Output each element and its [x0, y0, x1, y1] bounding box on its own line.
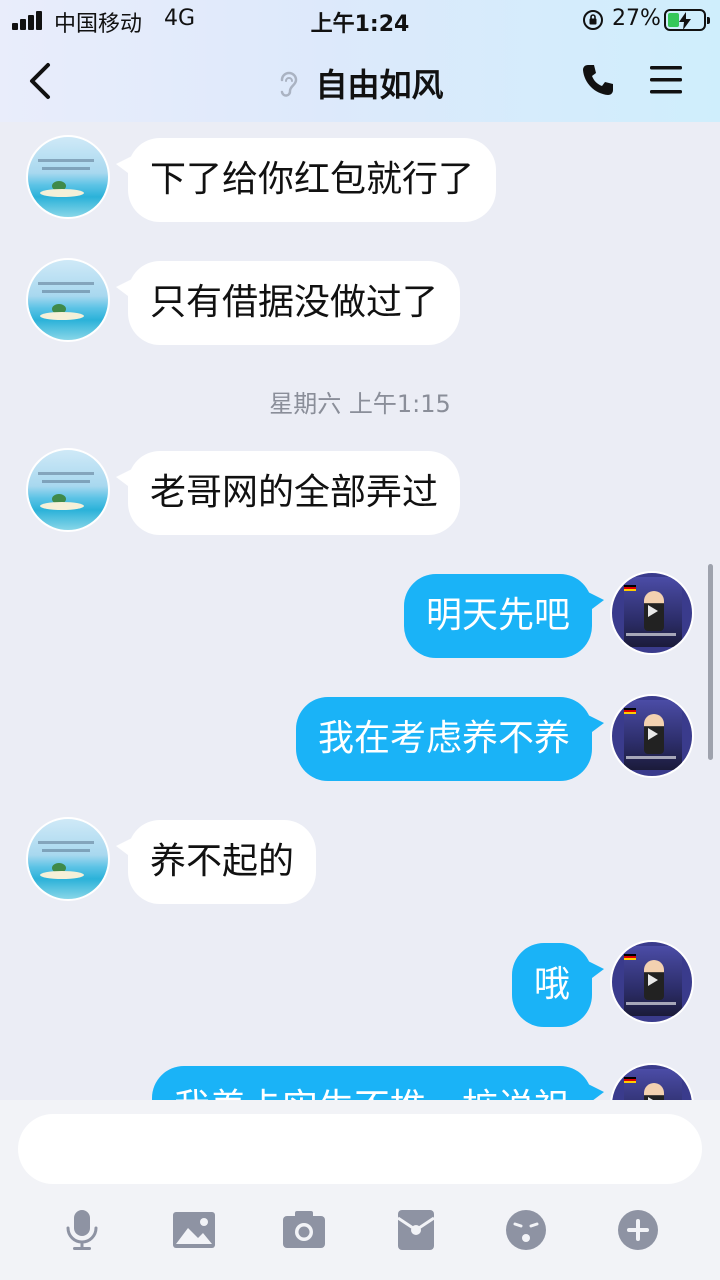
message-row: 只有借据没做过了: [0, 258, 720, 345]
red-packet-icon[interactable]: [394, 1208, 438, 1252]
rotation-lock-icon: [583, 10, 603, 30]
input-area: [0, 1100, 720, 1280]
contact-avatar[interactable]: [26, 258, 110, 342]
message-row: 明天先吧: [0, 571, 720, 658]
scrollbar[interactable]: [708, 564, 713, 760]
status-bar: 中国移动 4G 上午1:24 27%: [0, 0, 720, 40]
self-avatar[interactable]: [610, 1063, 694, 1100]
message-row: 下了给你红包就行了: [0, 135, 720, 222]
battery-icon: [664, 9, 710, 31]
contact-avatar[interactable]: [26, 135, 110, 219]
self-avatar[interactable]: [610, 571, 694, 655]
message-bubble-sent[interactable]: 明天先吧: [403, 574, 605, 658]
message-row: 我养卡实生不推一桩说祖: [0, 1063, 720, 1100]
ear-icon: [281, 71, 298, 97]
menu-icon[interactable]: [648, 64, 684, 96]
self-avatar[interactable]: [610, 940, 694, 1024]
battery-percent: 27%: [612, 6, 661, 31]
message-input[interactable]: [18, 1114, 702, 1184]
chat-title[interactable]: 自由如风: [316, 66, 444, 104]
message-row: 老哥网的全部弄过: [0, 448, 720, 535]
plus-icon[interactable]: [616, 1208, 660, 1252]
message-bubble-received[interactable]: 只有借据没做过了: [115, 261, 461, 345]
contact-avatar[interactable]: [26, 817, 110, 901]
phone-icon[interactable]: [580, 62, 616, 98]
camera-icon[interactable]: [282, 1208, 326, 1252]
message-bubble-sent[interactable]: 我在考虑养不养: [295, 697, 605, 781]
self-avatar[interactable]: [610, 694, 694, 778]
message-bubble-received[interactable]: 老哥网的全部弄过: [115, 451, 461, 535]
message-bubble-received[interactable]: 养不起的: [115, 820, 317, 904]
chat-message-list[interactable]: 下了给你红包就行了 只有借据没做过了 星期六 上午1:15 老哥网的全部弄过 明…: [0, 122, 720, 1100]
microphone-icon[interactable]: [60, 1208, 104, 1252]
message-bubble-sent[interactable]: 哦: [511, 943, 605, 1027]
contact-avatar[interactable]: [26, 448, 110, 532]
message-timestamp: 星期六 上午1:15: [269, 390, 451, 418]
message-row: 哦: [0, 940, 720, 1027]
header: 中国移动 4G 上午1:24 27% 自由如风: [0, 0, 720, 122]
message-bubble-received[interactable]: 下了给你红包就行了: [115, 138, 497, 222]
message-row: 养不起的: [0, 817, 720, 904]
message-row: 我在考虑养不养: [0, 694, 720, 781]
image-icon[interactable]: [172, 1208, 216, 1252]
emoji-icon[interactable]: [504, 1208, 548, 1252]
message-bubble-sent[interactable]: 我养卡实生不推一桩说祖: [151, 1066, 605, 1100]
